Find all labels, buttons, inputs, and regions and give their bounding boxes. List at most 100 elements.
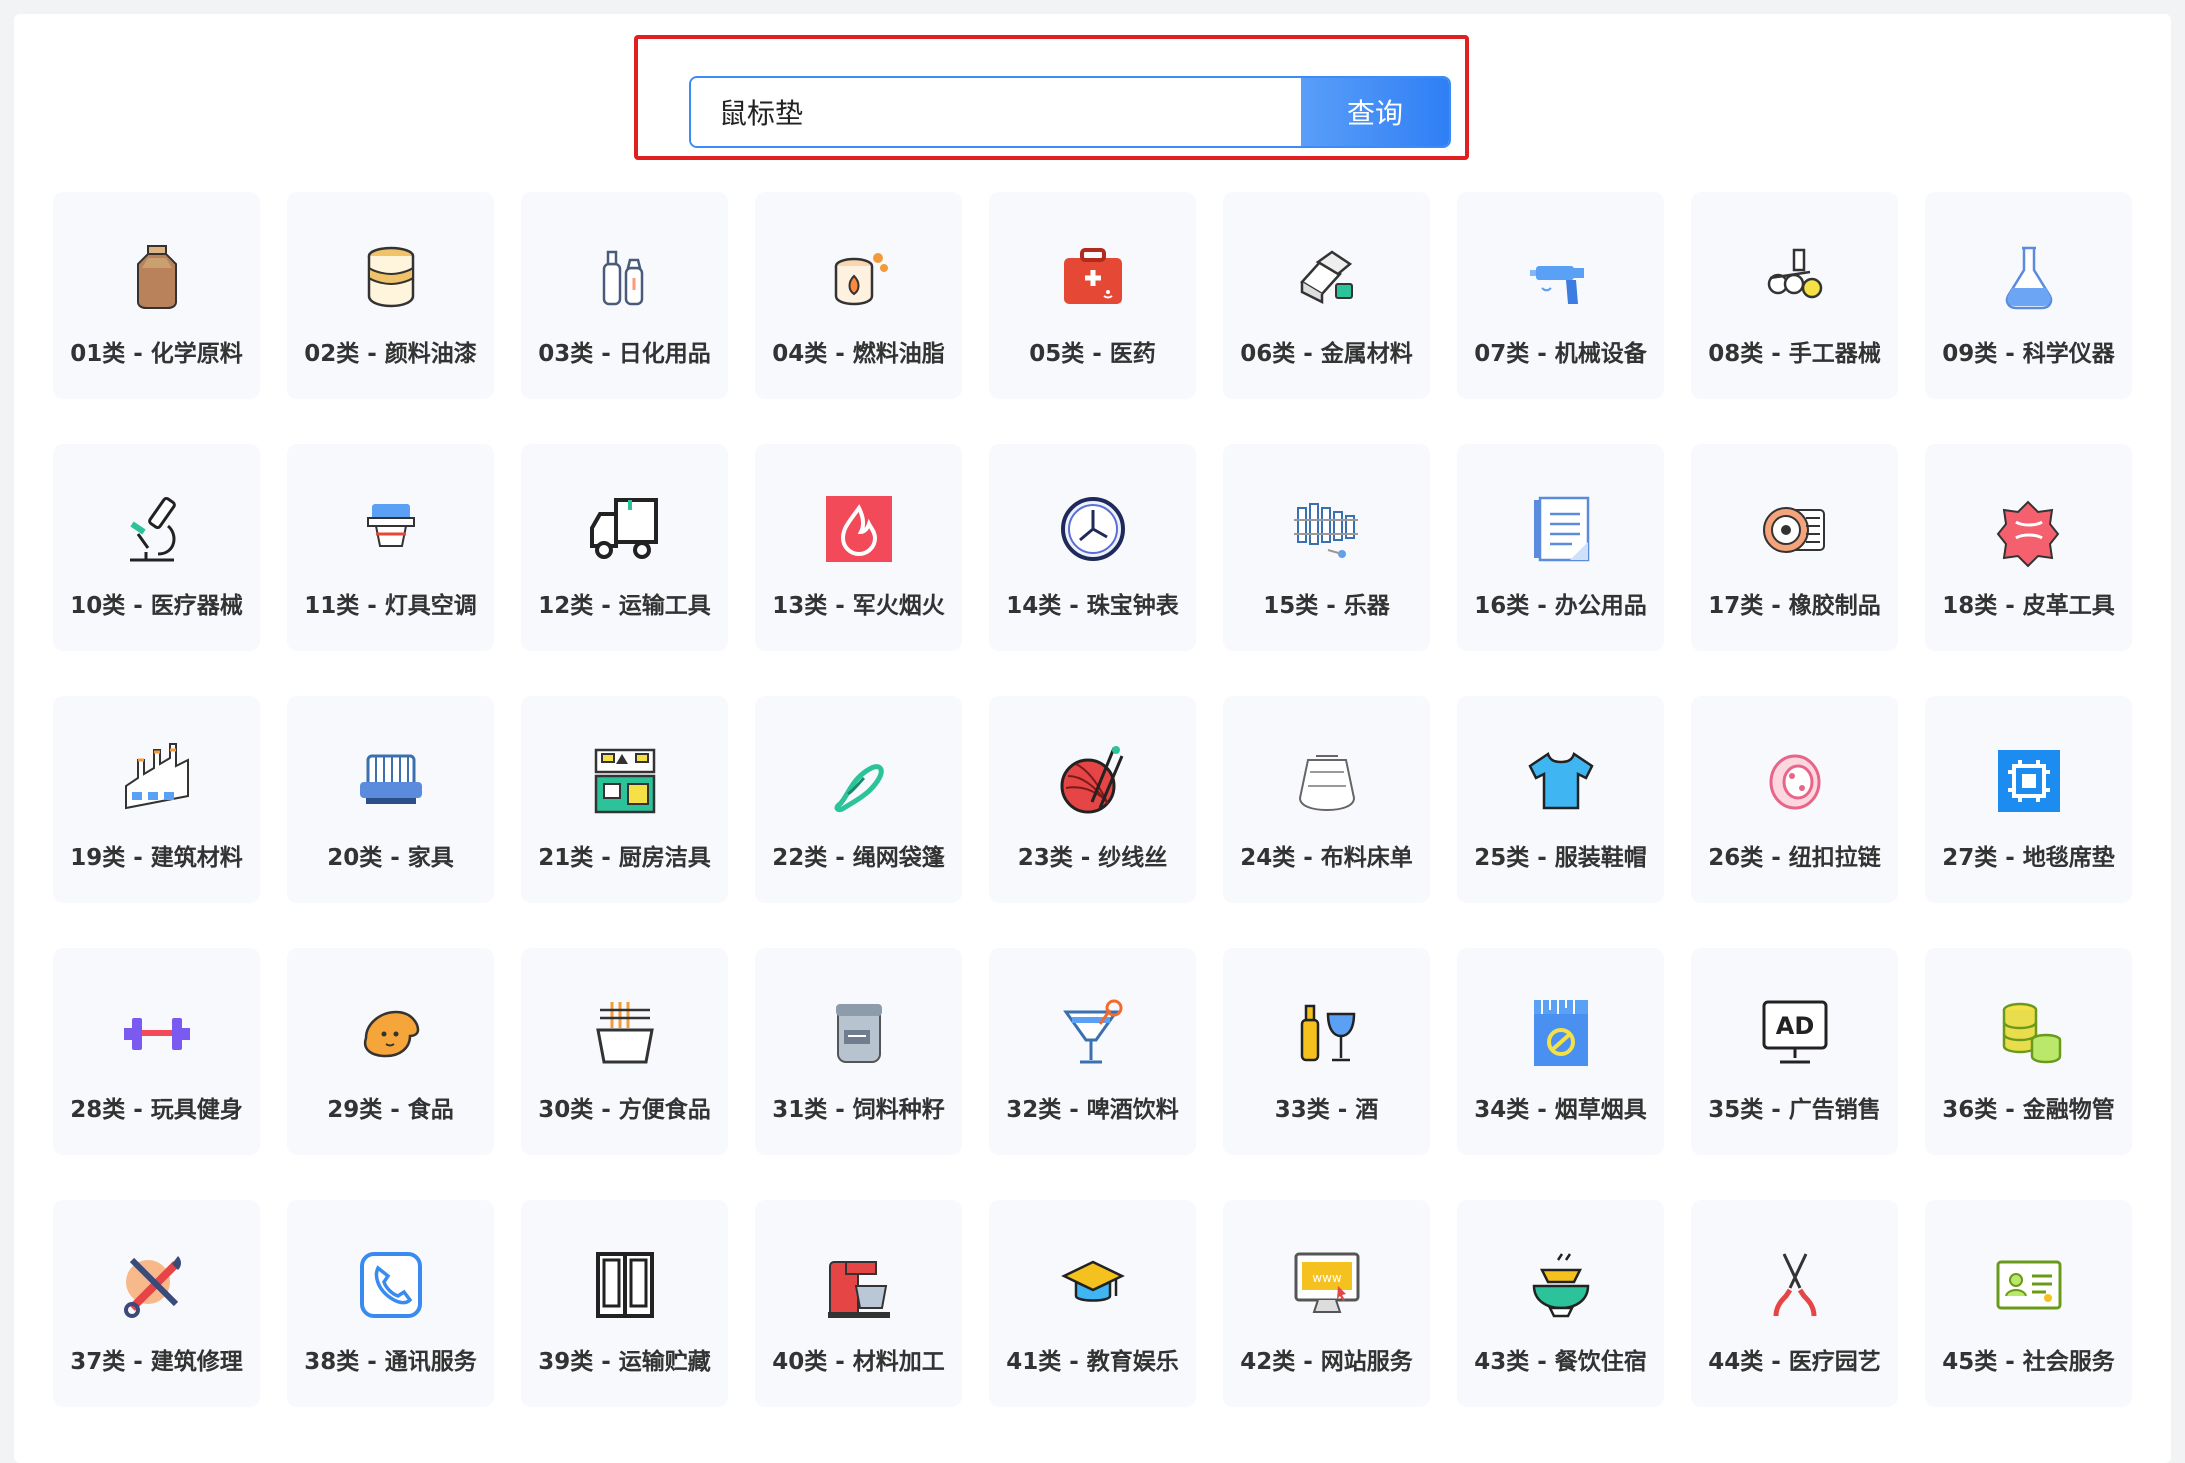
category-card[interactable]: 11类 - 灯具空调	[287, 444, 494, 651]
food-tray-icon	[1522, 1246, 1600, 1324]
category-card[interactable]: 18类 - 皮革工具	[1925, 444, 2132, 651]
category-card[interactable]: 23类 - 纱线丝	[989, 696, 1196, 903]
category-card[interactable]: 01类 - 化学原料	[53, 192, 260, 399]
notepad-icon	[1522, 490, 1600, 568]
category-card[interactable]: 22类 - 绳网袋篷	[755, 696, 962, 903]
category-label: 11类 - 灯具空调	[304, 593, 477, 619]
clock-icon	[1054, 490, 1132, 568]
category-label: 18类 - 皮革工具	[1942, 593, 2115, 619]
fire-icon	[820, 490, 898, 568]
category-card[interactable]: 06类 - 金属材料	[1223, 192, 1430, 399]
category-card[interactable]: 40类 - 材料加工	[755, 1200, 962, 1407]
category-label: 23类 - 纱线丝	[1017, 845, 1168, 871]
category-label: 10类 - 医疗器械	[70, 593, 243, 619]
category-card[interactable]: AD 35类 - 广告销售	[1691, 948, 1898, 1155]
category-label: 37类 - 建筑修理	[70, 1349, 243, 1375]
category-card[interactable]: 43类 - 餐饮住宿	[1457, 1200, 1664, 1407]
category-card[interactable]: 09类 - 科学仪器	[1925, 192, 2132, 399]
category-label: 34类 - 烟草烟具	[1474, 1097, 1647, 1123]
yarn-ball-icon	[1054, 742, 1132, 820]
svg-text:AD: AD	[1775, 1012, 1814, 1040]
category-label: 30类 - 方便食品	[538, 1097, 711, 1123]
category-card[interactable]: 20类 - 家具	[287, 696, 494, 903]
ad-board-icon: AD	[1756, 994, 1834, 1072]
search-bar: 查询	[689, 76, 1451, 148]
category-card[interactable]: 27类 - 地毯席垫	[1925, 696, 2132, 903]
category-card[interactable]: 31类 - 饲料种籽	[755, 948, 962, 1155]
category-label: 43类 - 餐饮住宿	[1474, 1349, 1647, 1375]
electric-drill-icon	[1522, 238, 1600, 316]
category-label: 29类 - 食品	[327, 1097, 454, 1123]
category-label: 03类 - 日化用品	[538, 341, 711, 367]
wrench-screwdriver-icon	[118, 1246, 196, 1324]
cigarette-pack-icon	[1522, 994, 1600, 1072]
category-card[interactable]: 10类 - 医疗器械	[53, 444, 260, 651]
category-card[interactable]: 37类 - 建筑修理	[53, 1200, 260, 1407]
category-label: 14类 - 珠宝钟表	[1006, 593, 1179, 619]
category-label: 01类 - 化学原料	[70, 341, 243, 367]
category-card[interactable]: 16类 - 办公用品	[1457, 444, 1664, 651]
category-label: 25类 - 服装鞋帽	[1474, 845, 1647, 871]
category-card[interactable]: 33类 - 酒	[1223, 948, 1430, 1155]
chemical-bottle-icon	[118, 238, 196, 316]
category-card[interactable]: 02类 - 颜料油漆	[287, 192, 494, 399]
category-card[interactable]: 44类 - 医疗园艺	[1691, 1200, 1898, 1407]
hand-tools-icon	[1756, 238, 1834, 316]
category-card[interactable]: 15类 - 乐器	[1223, 444, 1430, 651]
category-card[interactable]: 13类 - 军火烟火	[755, 444, 962, 651]
category-label: 17类 - 橡胶制品	[1708, 593, 1881, 619]
kitchen-icon	[586, 742, 664, 820]
category-card[interactable]: 24类 - 布料床单	[1223, 696, 1430, 903]
category-card[interactable]: 17类 - 橡胶制品	[1691, 444, 1898, 651]
category-label: 45类 - 社会服务	[1942, 1349, 2115, 1375]
category-card[interactable]: www 42类 - 网站服务	[1223, 1200, 1430, 1407]
category-label: 08类 - 手工器械	[1708, 341, 1881, 367]
carpet-icon	[1990, 742, 2068, 820]
category-label: 12类 - 运输工具	[538, 593, 711, 619]
category-card[interactable]: 05类 - 医药	[989, 192, 1196, 399]
truck-icon	[586, 490, 664, 568]
category-label: 44类 - 医疗园艺	[1708, 1349, 1881, 1375]
category-label: 05类 - 医药	[1029, 341, 1156, 367]
category-card[interactable]: 28类 - 玩具健身	[53, 948, 260, 1155]
category-label: 27类 - 地毯席垫	[1942, 845, 2115, 871]
category-card[interactable]: 07类 - 机械设备	[1457, 192, 1664, 399]
category-card[interactable]: 12类 - 运输工具	[521, 444, 728, 651]
category-label: 31类 - 饲料种籽	[772, 1097, 945, 1123]
category-card[interactable]: 19类 - 建筑材料	[53, 696, 260, 903]
category-card[interactable]: 21类 - 厨房洁具	[521, 696, 728, 903]
category-card[interactable]: 29类 - 食品	[287, 948, 494, 1155]
category-card[interactable]: 30类 - 方便食品	[521, 948, 728, 1155]
category-label: 16类 - 办公用品	[1474, 593, 1647, 619]
rope-icon	[820, 742, 898, 820]
search-input[interactable]	[691, 78, 1301, 146]
category-card[interactable]: 14类 - 珠宝钟表	[989, 444, 1196, 651]
category-card[interactable]: 25类 - 服装鞋帽	[1457, 696, 1664, 903]
category-card[interactable]: 34类 - 烟草烟具	[1457, 948, 1664, 1155]
category-label: 32类 - 啤酒饮料	[1006, 1097, 1179, 1123]
leather-hide-icon	[1990, 490, 2068, 568]
category-card[interactable]: 03类 - 日化用品	[521, 192, 728, 399]
cosmetics-bottles-icon	[586, 238, 664, 316]
category-card[interactable]: 39类 - 运输贮藏	[521, 1200, 728, 1407]
category-card[interactable]: 26类 - 纽扣拉链	[1691, 696, 1898, 903]
category-label: 13类 - 军火烟火	[772, 593, 945, 619]
button-icon	[1756, 742, 1834, 820]
category-label: 06类 - 金属材料	[1240, 341, 1413, 367]
search-button[interactable]: 查询	[1301, 78, 1449, 146]
category-label: 15类 - 乐器	[1263, 593, 1390, 619]
category-label: 09类 - 科学仪器	[1942, 341, 2115, 367]
category-card[interactable]: 38类 - 通讯服务	[287, 1200, 494, 1407]
factory-icon	[118, 742, 196, 820]
category-card[interactable]: 45类 - 社会服务	[1925, 1200, 2132, 1407]
category-card[interactable]: 08类 - 手工器械	[1691, 192, 1898, 399]
category-card[interactable]: 04类 - 燃料油脂	[755, 192, 962, 399]
category-card[interactable]: 41类 - 教育娱乐	[989, 1200, 1196, 1407]
category-card[interactable]: 36类 - 金融物管	[1925, 948, 2132, 1155]
svg-text:www: www	[1312, 1271, 1342, 1285]
category-card[interactable]: 32类 - 啤酒饮料	[989, 948, 1196, 1155]
wine-icon	[1288, 994, 1366, 1072]
metal-ingots-icon	[1288, 238, 1366, 316]
mixer-icon	[820, 1246, 898, 1324]
feed-can-icon	[820, 994, 898, 1072]
